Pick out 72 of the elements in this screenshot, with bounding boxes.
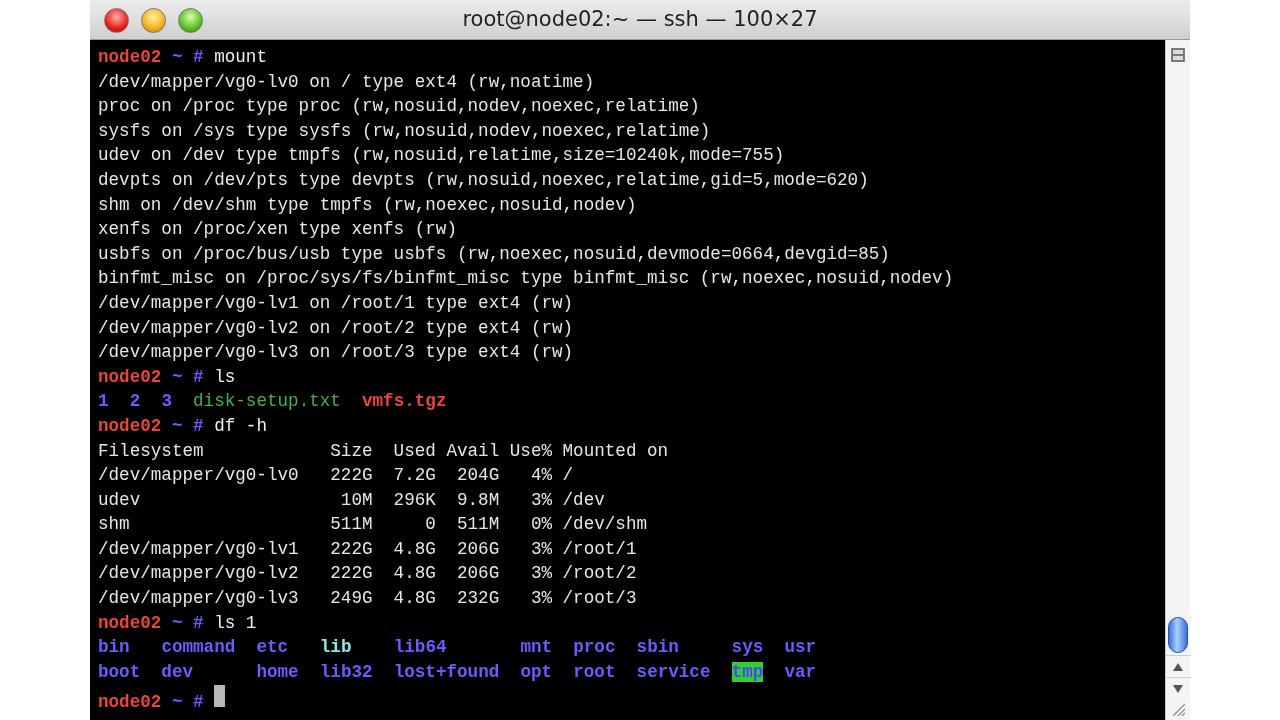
directory-name: opt xyxy=(520,661,553,682)
prompt-host: node02 xyxy=(98,47,162,67)
directory-name: mnt xyxy=(520,637,553,658)
command-text: ls xyxy=(214,366,236,387)
prompt-symbol: # xyxy=(193,47,204,67)
prompt-path: ~ xyxy=(171,47,183,67)
up-arrow-icon xyxy=(1173,662,1183,671)
output-line: proc on /proc type proc (rw,nosuid,nodev,noexec,relatime) xyxy=(98,96,700,117)
directory-name: lost+found xyxy=(393,661,500,682)
prompt-host: node02 xyxy=(98,366,162,387)
prompt-path: ~ xyxy=(171,366,183,387)
output-line: /dev/mapper/vg0-lv1 222G 4.8G 206G 3% /root/1 xyxy=(98,538,637,559)
prompt-host: node02 xyxy=(98,612,162,633)
output-line: binfmt_misc on /proc/sys/fs/binfmt_misc type binfmt_misc (rw,noexec,nosuid,nodev) xyxy=(98,268,954,289)
scroll-thumb[interactable] xyxy=(1168,617,1188,653)
output-line: /dev/mapper/vg0-lv3 on /root/3 type ext4 (rw) xyxy=(98,342,574,363)
output-line: xenfs on /proc/xen type xenfs (rw) xyxy=(98,219,457,240)
directory-name: usr xyxy=(784,637,817,658)
directory-name: 3 xyxy=(161,391,172,412)
output-line: Filesystem Size Used Avail Use% Mounted on xyxy=(98,440,669,461)
window-title: root@node02:~ — ssh — 100×27 xyxy=(462,5,818,33)
directory-name: 2 xyxy=(129,391,141,412)
down-arrow-icon xyxy=(1173,684,1183,693)
directory-name: home xyxy=(256,661,299,682)
command-text: ls 1 xyxy=(214,612,257,633)
output-line: usbfs on /proc/bus/usb type usbfs (rw,noexec,nosuid,devmode=0664,devgid=85) xyxy=(98,243,890,264)
prompt-host: node02 xyxy=(98,415,162,436)
output-line: shm on /dev/shm type tmpfs (rw,noexec,nosuid,nodev) xyxy=(98,194,637,215)
directory-name: boot xyxy=(98,661,141,682)
command-text: mount xyxy=(214,47,267,67)
directory-name: lib32 xyxy=(319,661,373,682)
directory-name: 1 xyxy=(98,391,109,412)
directory-name: etc xyxy=(256,637,289,658)
prompt-symbol: # xyxy=(193,692,204,713)
output-line: shm 511M 0 511M 0% /dev/shm xyxy=(98,514,647,535)
prompt-path: ~ xyxy=(171,415,183,436)
output-line: /dev/mapper/vg0-lv3 249G 4.8G 232G 3% /root/3 xyxy=(98,588,637,609)
output-line: /dev/mapper/vg0-lv0 on / type ext4 (rw,noatime) xyxy=(98,71,595,92)
directory-name: sys xyxy=(731,637,764,658)
output-line: /dev/mapper/vg0-lv2 222G 4.8G 206G 3% /root/2 xyxy=(98,563,637,584)
directory-name: root xyxy=(573,661,616,682)
resize-grip-icon[interactable] xyxy=(1171,702,1185,716)
directory-name: service xyxy=(636,661,711,682)
command-text: df -h xyxy=(214,415,267,436)
directory-name: bin xyxy=(98,637,130,658)
prompt-symbol: # xyxy=(193,366,204,387)
output-line: sysfs on /sys type sysfs (rw,nosuid,nodev,noexec,relatime) xyxy=(98,120,711,141)
link-name: lib xyxy=(319,637,352,658)
file-name: disk-setup.txt xyxy=(193,391,341,412)
output-line: /dev/mapper/vg0-lv2 on /root/2 type ext4 (rw) xyxy=(98,317,574,338)
directory-name: lib64 xyxy=(393,637,447,658)
output-line: devpts on /dev/pts type devpts (rw,nosuid,noexec,relatime,gid=5,mode=620) xyxy=(98,169,869,190)
output-line: /dev/mapper/vg0-lv1 on /root/1 type ext4 (rw) xyxy=(98,292,574,313)
directory-name: sbin xyxy=(636,637,679,658)
directory-name: var xyxy=(784,661,817,682)
minimize-button[interactable] xyxy=(141,8,166,33)
close-button[interactable] xyxy=(104,8,129,33)
prompt-symbol: # xyxy=(193,612,204,633)
prompt-path: ~ xyxy=(171,612,183,633)
output-line: udev 10M 296K 9.8M 3% /dev xyxy=(98,489,605,510)
directory-name: tmp xyxy=(731,661,764,682)
prompt-symbol: # xyxy=(193,415,204,436)
directory-name: proc xyxy=(573,637,616,658)
prompt-path: ~ xyxy=(171,692,183,713)
output-line: udev on /dev type tmpfs (rw,nosuid,relatime,size=10240k,mode=755) xyxy=(98,145,785,166)
directory-name: dev xyxy=(161,661,194,682)
directory-name: command xyxy=(161,637,236,658)
prompt-host: node02 xyxy=(98,692,162,713)
output-line: /dev/mapper/vg0-lv0 222G 7.2G 204G 4% / xyxy=(98,465,574,486)
split-pane-icon[interactable] xyxy=(1171,48,1185,62)
zoom-button[interactable] xyxy=(178,8,203,33)
archive-name: vmfs.tgz xyxy=(362,391,447,412)
